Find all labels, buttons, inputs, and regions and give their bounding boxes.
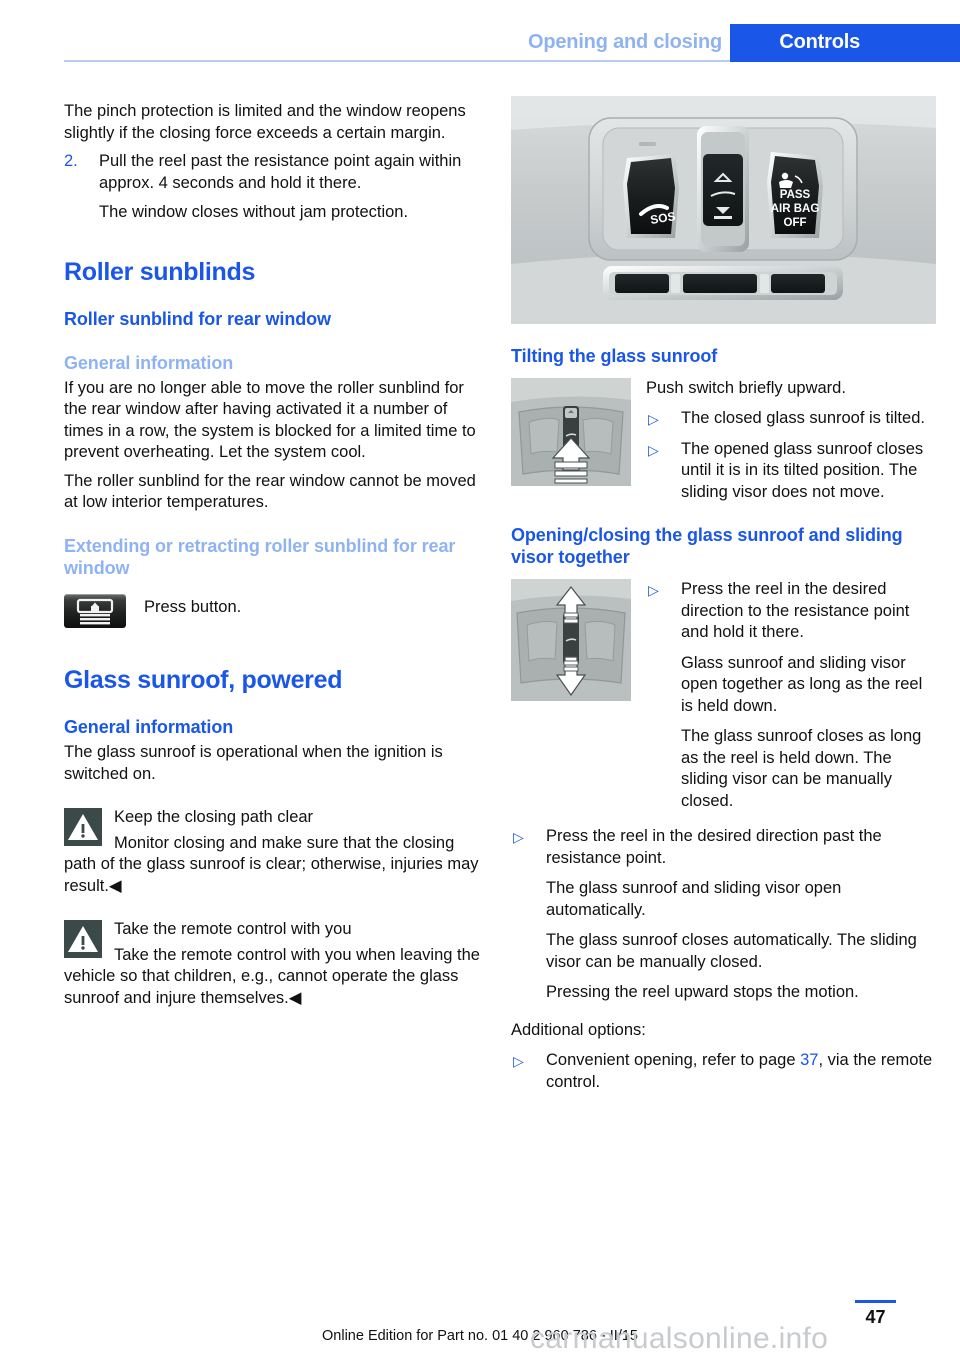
heading-general-information-sunroof: General information — [64, 717, 234, 738]
right-column: SOS PASS AIR BAG OFF Tilting the glass s… — [511, 96, 936, 1093]
overhead-console-photo: SOS PASS AIR BAG OFF — [511, 96, 936, 324]
tilting-text-block: Push switch briefly upward. ▷ The closed… — [646, 378, 936, 504]
additional-options-text: Convenient opening, refer to page 37, vi… — [546, 1050, 936, 1093]
heading-tilting-glass-sunroof: Tilting the glass sunroof — [511, 346, 718, 366]
press-button-label: Press button. — [144, 597, 242, 616]
opening-bullet-2-note-1: The glass sunroof and sliding visor open… — [546, 879, 842, 919]
additional-options-bullet: ▷ Convenient opening, refer to page 37, … — [511, 1050, 936, 1093]
triangle-bullet-icon: ▷ — [513, 829, 524, 846]
tilting-figure-row: Push switch briefly upward. ▷ The closed… — [511, 377, 936, 504]
svg-text:AIR BAG: AIR BAG — [771, 203, 820, 215]
page-reference-link[interactable]: 37 — [800, 1051, 818, 1069]
warning-block-closing-path: Keep the closing path clear Monitor clos… — [64, 807, 489, 897]
opening-closing-text-block: ▷ Press the reel in the desired directio… — [646, 579, 936, 812]
tilting-lead-text: Push switch briefly upward. — [646, 378, 846, 397]
glass-sunroof-general-paragraph: The glass sunroof is operational when th… — [64, 743, 443, 783]
additional-options-prefix: Convenient opening, refer to page — [546, 1051, 801, 1070]
opening-bullet-2-text: Press the reel in the desired direction … — [546, 827, 882, 867]
heading-roller-sunblinds: Roller sunblinds — [64, 257, 256, 286]
heading-glass-sunroof-powered: Glass sunroof, powered — [64, 665, 343, 694]
tilting-bullet-2: ▷ The opened glass sunroof closes until … — [646, 439, 936, 504]
sos-button-graphic: SOS — [623, 154, 679, 238]
tilting-bullet-1-text: The closed glass sunroof is tilted. — [681, 409, 925, 428]
additional-options-label: Additional options: — [511, 1020, 646, 1039]
left-column: The pinch protection is limited and the … — [64, 96, 489, 1009]
warning-body-closing-path: Monitor closing and make sure that the c… — [64, 833, 489, 898]
heading-general-information-sunblind: General information — [64, 352, 234, 373]
press-button-row: Press button. — [64, 593, 489, 632]
numbered-step-2: 2. Pull the reel past the resistance poi… — [64, 151, 489, 194]
header-section-title: Controls — [779, 31, 860, 53]
opening-bullet-1-note-2: The glass sunroof closes as long as the … — [681, 727, 922, 810]
heading-opening-closing-sunroof-visor: Opening/closing the glass sunroof and sl… — [511, 525, 903, 568]
triangle-bullet-icon: ▷ — [513, 1053, 524, 1070]
site-watermark: carmanualsonline.info — [530, 1322, 829, 1355]
warning-title-remote-control: Take the remote control with you — [114, 920, 352, 939]
warning-body-text-remote-control: Take the remote control with you when le… — [64, 945, 480, 1007]
svg-text:OFF: OFF — [784, 217, 807, 229]
intro-paragraph: The pinch protection is limited and the … — [64, 102, 466, 142]
opening-bullet-1-text: Press the reel in the desired direction … — [681, 580, 910, 642]
svg-text:PASS: PASS — [780, 189, 811, 201]
step-result-block: The window closes without jam protection… — [64, 202, 489, 224]
sunroof-rocker-switch-graphic — [697, 126, 749, 252]
footer-page-number: 47 — [865, 1307, 886, 1327]
tilting-sunroof-illustration — [511, 377, 631, 486]
opening-bullet-1: ▷ Press the reel in the desired directio… — [646, 579, 936, 812]
triangle-bullet-icon: ▷ — [648, 582, 659, 599]
triangle-bullet-icon: ▷ — [648, 411, 659, 428]
tilting-bullet-1: ▷ The closed glass sunroof is tilted. — [646, 408, 936, 430]
passenger-airbag-off-button-graphic: PASS AIR BAG OFF — [767, 152, 823, 238]
header-chapter-title: Opening and closing — [528, 31, 722, 53]
opening-closing-figure-row: ▷ Press the reel in the desired directio… — [511, 579, 936, 812]
roller-sunblind-button-icon — [64, 593, 126, 628]
footer-page-rule — [855, 1300, 896, 1303]
heading-roller-sunblind-rear-window: Roller sunblind for rear window — [64, 309, 331, 329]
warning-body-remote-control: Take the remote control with you when le… — [64, 945, 489, 1010]
step-text: Pull the reel past the resistance point … — [99, 152, 462, 192]
opening-bullet-2: ▷ Press the reel in the desired directio… — [511, 826, 936, 1004]
step-result-text: The window closes without jam protection… — [99, 203, 409, 221]
opening-closing-sunroof-illustration — [511, 579, 631, 702]
warning-title-closing-path: Keep the closing path clear — [114, 808, 314, 827]
tilting-bullet-2-text: The opened glass sunroof closes until it… — [681, 439, 924, 501]
sunblind-general-paragraph-2: The roller sunblind for the rear window … — [64, 471, 476, 512]
step-number: 2. — [64, 152, 78, 170]
sunblind-general-paragraph-1: If you are no longer able to move the ro… — [64, 378, 476, 462]
warning-body-text-closing-path: Monitor closing and make sure that the c… — [64, 833, 479, 895]
warning-triangle-icon — [64, 920, 102, 959]
page-header: Opening and closing Controls — [0, 0, 960, 62]
warning-block-remote-control: Take the remote control with you Take th… — [64, 919, 489, 1009]
opening-bullet-1-note-1: Glass sunroof and sliding visor open tog… — [681, 653, 923, 715]
warning-triangle-icon — [64, 808, 102, 847]
heading-extending-retracting-sunblind: Extending or retracting roller sunblind … — [64, 535, 456, 578]
opening-bullet-2-note-2: The glass sunroof closes automatically. … — [546, 931, 917, 971]
header-divider-rule — [64, 60, 730, 62]
opening-bullet-2-note-3: Pressing the reel upward stops the motio… — [546, 983, 859, 1002]
triangle-bullet-icon: ▷ — [648, 441, 659, 458]
